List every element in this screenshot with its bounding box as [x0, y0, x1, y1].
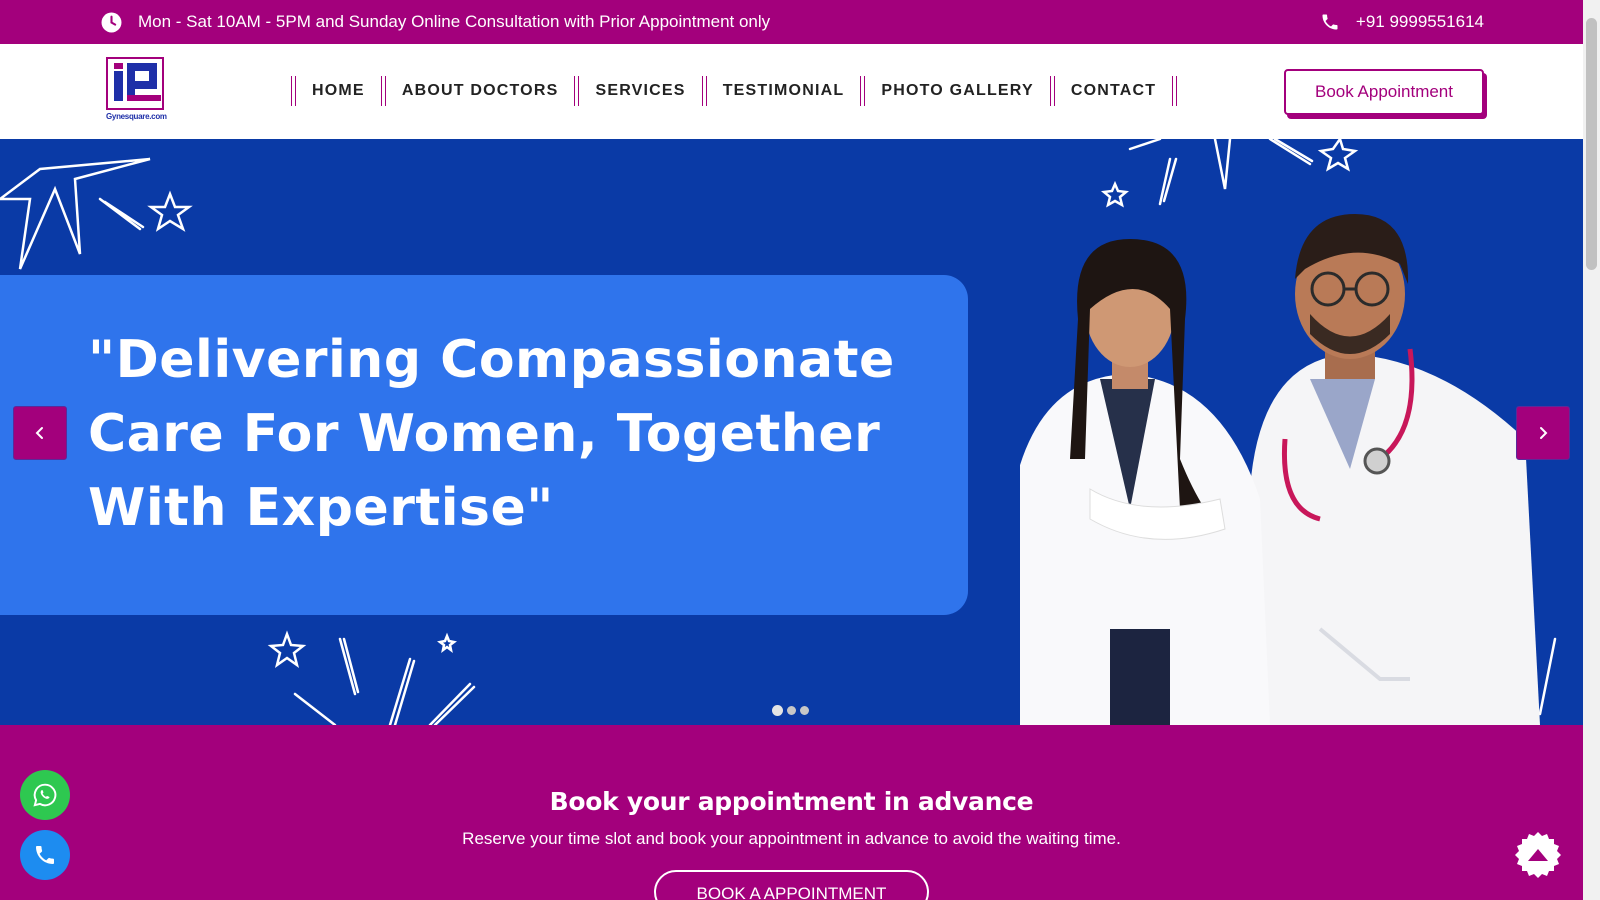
nav-home[interactable]: HOME	[296, 82, 381, 100]
top-phone-number[interactable]: +91 9999551614	[1356, 12, 1484, 32]
call-button[interactable]	[20, 830, 70, 880]
slider-dot-1[interactable]	[772, 705, 783, 716]
slider-next-button[interactable]	[1516, 406, 1570, 460]
hero-quote-box: "Delivering Compassionate Care For Women…	[0, 275, 968, 615]
main-nav: HOME ABOUT DOCTORS SERVICES TESTIMONIAL …	[291, 76, 1178, 106]
phone-icon	[36, 846, 54, 864]
nav-testimonial[interactable]: TESTIMONIAL	[707, 82, 861, 100]
scroll-to-top-button[interactable]	[1513, 830, 1563, 880]
hero-slider: "Delivering Compassionate Care For Women…	[0, 139, 1583, 725]
phone-icon	[1322, 14, 1338, 30]
slider-prev-button[interactable]	[13, 406, 67, 460]
opening-hours-text: Mon - Sat 10AM - 5PM and Sunday Online C…	[138, 12, 771, 31]
appointment-subtitle: Reserve your time slot and book your app…	[462, 829, 1121, 848]
opening-hours: Mon - Sat 10AM - 5PM and Sunday Online C…	[101, 0, 770, 44]
whatsapp-button[interactable]	[20, 770, 70, 820]
appointment-title: Book your appointment in advance	[549, 787, 1034, 816]
scrollbar-thumb[interactable]	[1586, 18, 1597, 270]
doctors-photo	[1020, 214, 1540, 725]
chevron-right-icon	[1540, 427, 1548, 439]
page-scrollbar[interactable]	[1583, 0, 1600, 900]
slider-dots	[772, 705, 809, 716]
slider-dot-2[interactable]	[787, 706, 796, 715]
appointment-section: Book your appointment in advance Reserve…	[0, 725, 1583, 900]
site-logo[interactable]: Gynesquare.com	[106, 57, 167, 123]
hero-quote: "Delivering Compassionate Care For Women…	[88, 330, 895, 538]
logo-caption: Gynesquare.com	[106, 112, 167, 121]
nav-services[interactable]: SERVICES	[579, 82, 701, 100]
nav-contact[interactable]: CONTACT	[1055, 82, 1172, 100]
whatsapp-icon	[33, 783, 57, 807]
nav-photo-gallery[interactable]: PHOTO GALLERY	[865, 82, 1050, 100]
top-info-bar: Mon - Sat 10AM - 5PM and Sunday Online C…	[0, 0, 1583, 44]
slider-dot-3[interactable]	[800, 706, 809, 715]
nav-about-doctors[interactable]: ABOUT DOCTORS	[386, 82, 575, 100]
top-phone-link[interactable]: +91 9999551614	[1320, 0, 1484, 44]
book-appointment-button[interactable]: Book Appointment	[1284, 69, 1484, 115]
book-a-appointment-button[interactable]: BOOK A APPOINTMENT	[654, 870, 929, 900]
logo-mark	[106, 57, 164, 110]
arrow-up-icon	[1515, 832, 1561, 878]
site-header: Gynesquare.com HOME ABOUT DOCTORS SERVIC…	[0, 44, 1583, 139]
clock-icon	[101, 12, 122, 32]
chevron-left-icon	[35, 427, 43, 439]
